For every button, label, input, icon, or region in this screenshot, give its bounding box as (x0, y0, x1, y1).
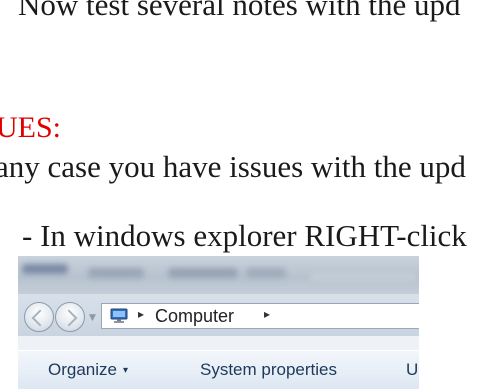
blurred-title-segment (246, 268, 286, 278)
toolbar-item-truncated[interactable]: U (406, 360, 418, 380)
window-title-bar (18, 256, 419, 294)
document-line-issues: any case you have issues with the upd (0, 149, 466, 184)
document-line-step: - In windows explorer RIGHT-click (22, 218, 467, 253)
blurred-title-segment (168, 268, 238, 278)
blurred-title-segment (22, 264, 68, 274)
document-page: Now test several notes with the upd UES:… (0, 0, 482, 389)
blurred-title-segment (88, 268, 144, 278)
computer-icon (110, 308, 128, 323)
breadcrumb-separator-icon[interactable]: ▸ (138, 307, 144, 321)
system-properties-button[interactable]: System properties (200, 360, 337, 380)
forward-button[interactable] (55, 302, 85, 332)
blurred-title-segment (310, 272, 418, 282)
chevron-down-icon: ▾ (122, 365, 129, 376)
breadcrumb-separator-icon[interactable]: ▸ (264, 307, 270, 321)
back-button[interactable] (24, 302, 54, 332)
command-toolbar: Organize ▾ System properties U (18, 350, 419, 389)
recent-pages-caret-icon[interactable]: ▼ (89, 313, 96, 323)
organize-button[interactable]: Organize ▾ (48, 360, 128, 380)
document-line-test-notes: Now test several notes with the upd (18, 0, 461, 22)
breadcrumb-computer[interactable]: Computer (155, 306, 234, 327)
address-bar[interactable]: ▸ Computer ▸ (101, 303, 419, 329)
explorer-screenshot: ▼ ▸ Computer ▸ Organize ▾ System properti… (18, 256, 419, 389)
organize-label: Organize (48, 360, 117, 379)
address-row: ▼ ▸ Computer ▸ (18, 294, 419, 336)
issues-heading: UES: (0, 111, 62, 144)
divider (18, 336, 419, 350)
